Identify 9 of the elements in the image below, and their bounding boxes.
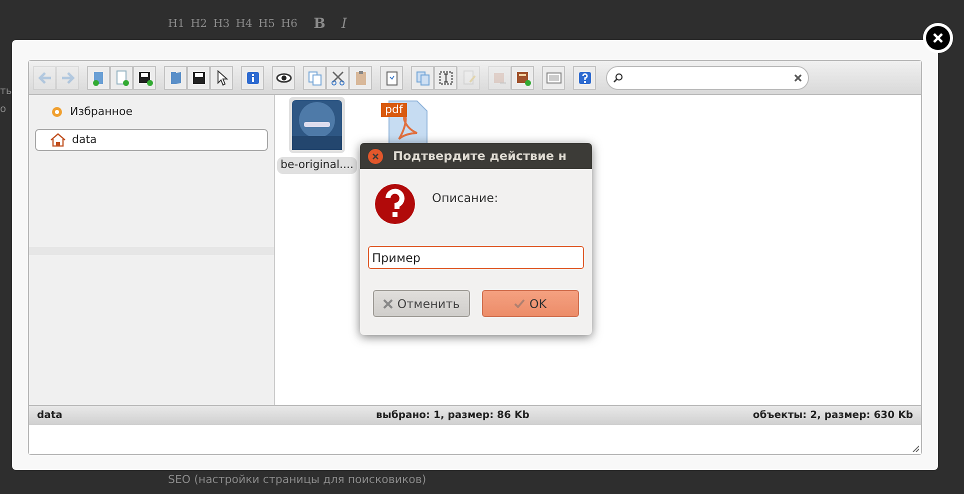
status-path: data bbox=[37, 409, 62, 423]
status-totals: объекты: 2, размер: 630 Kb bbox=[752, 409, 913, 423]
field-label: Описание: bbox=[432, 190, 498, 207]
dialog-title: Подтвердите действие н bbox=[393, 148, 567, 165]
page-text: ть bbox=[0, 86, 12, 98]
page-text: о bbox=[0, 104, 8, 116]
section-heading: SEO (настройки страницы для поисковиков) bbox=[168, 472, 426, 488]
status-selection: выбрано: 1, размер: 86 Kb bbox=[376, 409, 530, 423]
file-type-badge: pdf bbox=[381, 103, 407, 117]
